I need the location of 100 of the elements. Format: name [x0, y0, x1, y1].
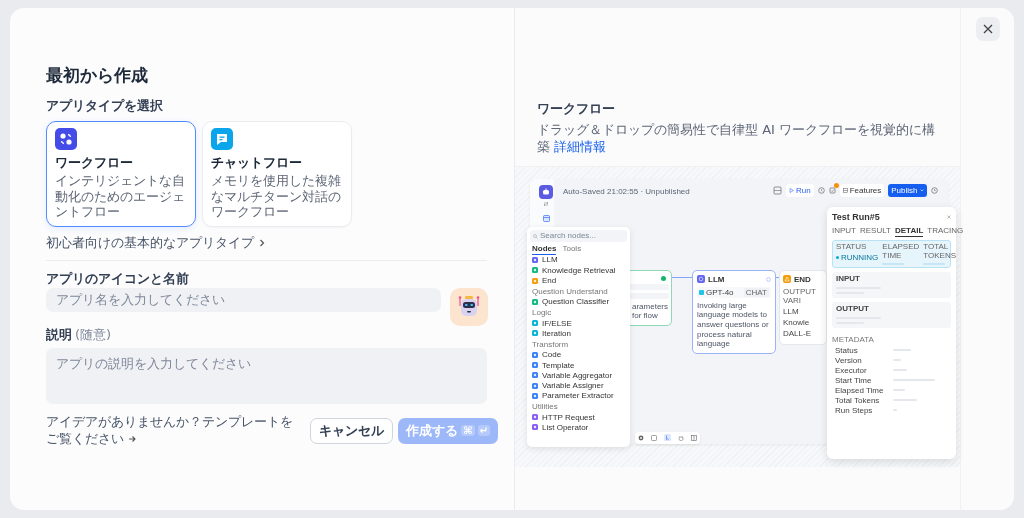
- node-icon: [697, 275, 705, 284]
- section-label: アプリタイプを選択: [46, 97, 164, 115]
- output-variable: Knowle: [783, 317, 811, 327]
- app-types-link[interactable]: 初心者向けの基本的なアプリタイプ: [46, 233, 265, 252]
- node-description: Invoking large language models to answer questions or process natural language: [697, 300, 770, 349]
- metadata-label: Status: [835, 345, 859, 355]
- section-label: METADATA: [832, 335, 875, 345]
- layout-icon[interactable]: [690, 434, 697, 441]
- app-type-description: インテリジェントな自動化のためのエージェントフロー: [55, 173, 186, 220]
- swap-icon: [543, 200, 549, 207]
- search-field[interactable]: Search nodes...: [530, 229, 627, 242]
- dialog-title: 最初から作成: [46, 64, 149, 87]
- play-icon: [789, 187, 794, 193]
- preview-description: ドラッグ＆ドロップの簡易性で自律型 AI ワークフローを視覚的に構築 詳細情報: [537, 122, 936, 156]
- close-button[interactable]: [975, 17, 1000, 41]
- preview-title: ワークフロー: [537, 100, 616, 118]
- node-item[interactable]: LLM: [530, 254, 627, 266]
- node-description: arameters for flow: [632, 301, 669, 321]
- node-item[interactable]: Iteration: [530, 328, 627, 339]
- status-label: STATUS: [836, 242, 868, 252]
- connector-line: [672, 276, 692, 278]
- group-heading: Logic: [532, 307, 553, 318]
- node-item[interactable]: Variable Assigner: [530, 380, 627, 391]
- caret-icon: [919, 188, 924, 192]
- app-type-name: チャットフロー: [211, 154, 302, 172]
- close-icon[interactable]: [947, 214, 951, 219]
- chat-icon: [211, 128, 233, 150]
- node-title: LLM: [708, 274, 725, 284]
- note-icon[interactable]: [651, 434, 658, 441]
- panel-tab[interactable]: RESULT: [860, 225, 891, 237]
- node-item[interactable]: Parameter Extractor: [530, 390, 627, 402]
- node-item[interactable]: Question Classifier: [530, 296, 627, 307]
- output-label: OUTPUT VARI: [783, 286, 817, 305]
- node-item[interactable]: Template: [530, 359, 627, 371]
- panel-tab[interactable]: DETAIL: [894, 225, 924, 237]
- app-type-name: ワークフロー: [55, 154, 133, 172]
- panel-tab[interactable]: INPUT: [832, 225, 856, 237]
- field-label: 説明: [46, 325, 72, 344]
- panel-tab[interactable]: Tools: [562, 243, 582, 255]
- metadata-label: Start Time: [835, 375, 873, 385]
- description-field[interactable]: アプリの説明を入力してください: [46, 347, 487, 404]
- node-item[interactable]: Variable Aggregator: [530, 370, 627, 381]
- node-item[interactable]: HTTP Request: [530, 412, 627, 423]
- optional-hint: (随意): [75, 325, 112, 344]
- metadata-label: Total Tokens: [835, 395, 881, 405]
- notification-badge: [833, 182, 839, 188]
- node-title: END: [794, 274, 811, 284]
- history-icon: [930, 186, 938, 194]
- checklist-icon: [828, 186, 836, 194]
- section-label: OUTPUT: [836, 305, 870, 315]
- model-icon: [699, 289, 704, 295]
- node-item[interactable]: IF/ELSE: [530, 317, 627, 329]
- cancel-button[interactable]: キャンセル: [310, 417, 394, 444]
- chevron-right-icon: [259, 238, 265, 247]
- metadata-label: Run Steps: [835, 405, 874, 415]
- node-item[interactable]: List Operator: [530, 422, 627, 433]
- panel-tab[interactable]: TRACING: [927, 225, 964, 237]
- status-value: RUNNING: [841, 252, 879, 262]
- hand-icon[interactable]: [677, 434, 684, 441]
- learn-more-link[interactable]: 詳細情報: [554, 138, 607, 154]
- grid-icon: [773, 185, 782, 195]
- output-variable: DALL-E: [783, 328, 812, 338]
- node-item[interactable]: Knowledge Retrieval: [530, 265, 627, 276]
- metadata-label: Elapsed Time: [835, 385, 885, 395]
- template-link[interactable]: アイデアがありませんか？テンプレートをご覧ください: [46, 413, 303, 448]
- status-label: ELAPSED TIME: [882, 242, 920, 261]
- gear-icon[interactable]: [638, 434, 645, 441]
- node-item[interactable]: Code: [530, 349, 627, 360]
- app-icon-button[interactable]: [450, 287, 488, 326]
- skeleton-bar: [923, 263, 946, 266]
- workflow-icon: [55, 128, 77, 150]
- status-dot: [836, 255, 839, 259]
- mode-tag: CHAT: [743, 287, 769, 297]
- close-icon: [982, 24, 993, 34]
- node-item[interactable]: End: [530, 275, 627, 286]
- app-type-description: メモリを使用した複雑なマルチターン対話のワークフロー: [211, 173, 342, 220]
- status-label: TOTAL TOKENS: [923, 242, 956, 261]
- output-variable: LLM: [783, 306, 800, 316]
- metadata-label: Executor: [835, 365, 868, 375]
- clock-icon: [817, 186, 825, 194]
- pointer-icon[interactable]: [664, 434, 671, 442]
- skeleton-bar: [882, 263, 905, 266]
- field-label: アプリのアイコンと名前: [46, 269, 190, 288]
- status-ring-icon: [766, 276, 771, 282]
- node-icon: [783, 275, 791, 284]
- app-name-field[interactable]: アプリ名を入力してください: [46, 287, 441, 312]
- group-heading: Question Understand: [532, 286, 609, 297]
- group-heading: Transform: [532, 339, 570, 350]
- app-type-card[interactable]: チャットフロー メモリを使用した複雑なマルチターン対話のワークフロー: [202, 121, 352, 227]
- features-icon: [842, 187, 848, 193]
- panel-icon: [543, 214, 550, 222]
- panel-tab[interactable]: Nodes: [532, 243, 557, 255]
- panel-title: Test Run#5: [832, 211, 880, 222]
- group-heading: Utilities: [532, 402, 559, 413]
- arrow-right-icon: [128, 434, 137, 443]
- section-label: INPUT: [836, 275, 861, 285]
- metadata-label: Version: [835, 355, 863, 365]
- model-name: GPT-4o: [706, 287, 734, 297]
- autosave-status: Auto-Saved 21:02:55 · Unpublished: [563, 186, 690, 196]
- app-type-card[interactable]: ワークフロー インテリジェントな自動化のためのエージェントフロー: [46, 121, 196, 227]
